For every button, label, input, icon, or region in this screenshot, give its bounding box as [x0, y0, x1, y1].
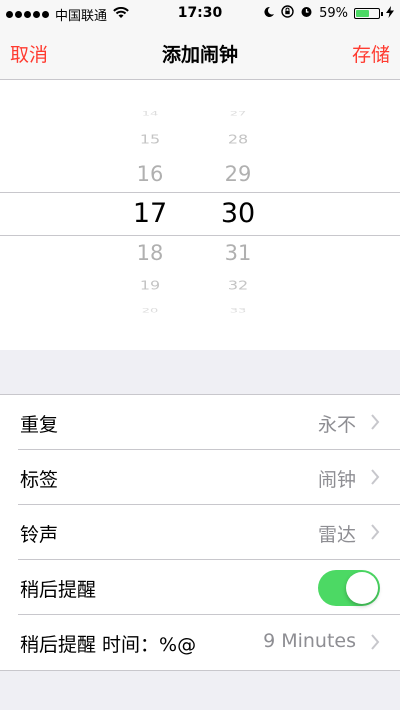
snooze-row: 稍后提醒	[0, 560, 400, 615]
minute-option[interactable]: 29	[198, 162, 278, 186]
sound-value: 雷达	[317, 524, 356, 546]
hour-option[interactable]: 20	[110, 307, 190, 315]
battery-percent: 59%	[319, 6, 348, 21]
label-value: 闹钟	[317, 469, 356, 491]
minute-option[interactable]: 32	[198, 278, 278, 292]
label-label: 标签	[20, 469, 59, 491]
navigation-bar: 取消 添加闹钟 存储	[0, 28, 400, 80]
snooze-time-value: 9 Minutes	[263, 630, 356, 652]
chevron-right-icon	[371, 524, 380, 540]
repeat-row[interactable]: 重复 永不	[0, 395, 400, 450]
minute-selected[interactable]: 30	[198, 198, 278, 229]
section-spacer	[0, 350, 400, 394]
minute-option[interactable]: 28	[198, 132, 278, 146]
alarm-icon	[300, 5, 313, 22]
page-title: 添加闹钟	[161, 44, 238, 66]
status-right: 59%	[263, 5, 394, 22]
hour-wheel[interactable]: 14 15 16 17 18 19 20	[110, 80, 190, 350]
hour-option[interactable]: 19	[110, 278, 190, 292]
moon-icon	[263, 6, 275, 22]
hour-option[interactable]: 18	[110, 241, 190, 265]
hour-option[interactable]: 14	[110, 110, 190, 118]
label-row[interactable]: 标签 闹钟	[0, 450, 400, 505]
chevron-right-icon	[371, 634, 380, 650]
battery-icon	[354, 8, 383, 19]
status-bar: 中国联通 17:30 59%	[0, 0, 400, 28]
chevron-right-icon	[371, 469, 380, 485]
save-button[interactable]: 存储	[352, 40, 390, 67]
toggle-knob	[346, 572, 378, 604]
snooze-time-label: 稍后提醒 时间：%@	[20, 634, 197, 656]
hour-option[interactable]: 15	[110, 132, 190, 146]
hour-option[interactable]: 16	[110, 162, 190, 186]
rotation-lock-icon	[281, 5, 294, 22]
cancel-button[interactable]: 取消	[10, 40, 48, 67]
sound-label: 铃声	[20, 524, 59, 546]
snooze-label: 稍后提醒	[20, 579, 97, 601]
battery-level	[356, 10, 369, 17]
minute-option[interactable]: 33	[198, 307, 278, 315]
alarm-settings-list: 重复 永不 标签 闹钟 铃声 雷达 稍后提醒 稍后提醒 时间：%@ 9 Minu…	[0, 394, 400, 671]
snooze-toggle[interactable]	[318, 570, 380, 606]
repeat-value: 永不	[317, 414, 356, 436]
minute-wheel[interactable]: 27 28 29 30 31 32 33	[198, 80, 278, 350]
chevron-right-icon	[371, 414, 380, 430]
repeat-label: 重复	[20, 414, 59, 436]
time-picker: 14 15 16 17 18 19 20 27 28 29 30 31 32 3…	[0, 80, 400, 350]
minute-option[interactable]: 31	[198, 241, 278, 265]
minute-option[interactable]: 27	[198, 110, 278, 118]
sound-row[interactable]: 铃声 雷达	[0, 505, 400, 560]
charging-bolt-icon	[386, 6, 394, 21]
hour-selected[interactable]: 17	[110, 198, 190, 229]
snooze-time-row[interactable]: 稍后提醒 时间：%@ 9 Minutes	[0, 615, 400, 670]
